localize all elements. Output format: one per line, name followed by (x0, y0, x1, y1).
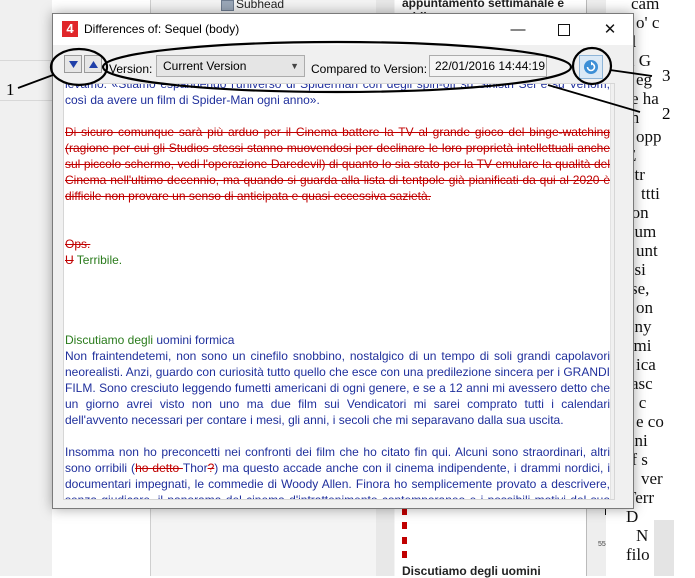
annotation-pointer-1 (17, 74, 54, 89)
annotation-overlay (17, 40, 653, 113)
annotation-ellipse-1 (49, 47, 109, 87)
annotation-pointer-2 (547, 84, 641, 113)
annotation-label-1: 1 (6, 80, 15, 99)
annotation-ellipse-2 (101, 40, 573, 94)
annotation-ellipse-3 (571, 46, 613, 86)
annotation-label-2: 2 (662, 104, 671, 123)
annotation-pointer-3 (609, 69, 653, 77)
annotation-label-3: 3 (662, 66, 671, 85)
